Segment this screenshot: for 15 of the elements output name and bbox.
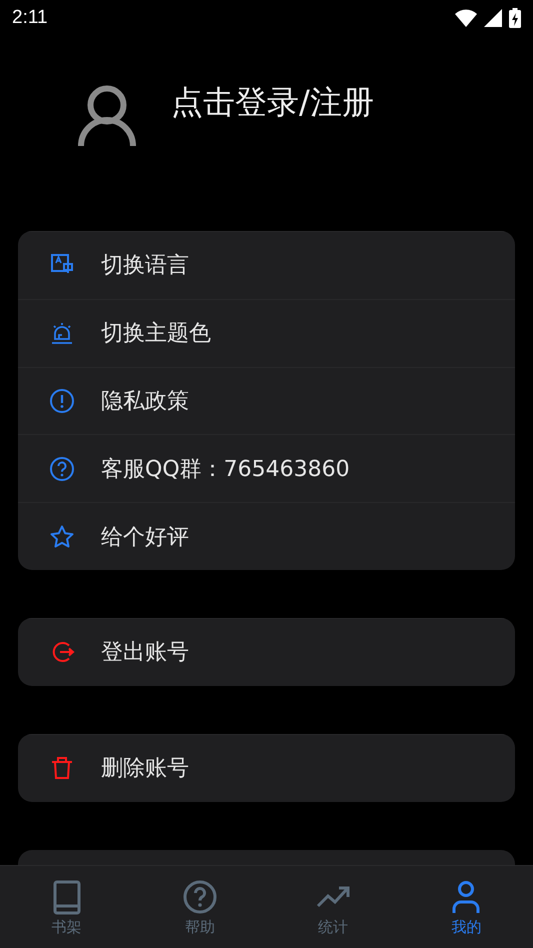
wifi-icon <box>455 9 477 27</box>
menu-item[interactable]: 隐私政策 <box>18 366 515 434</box>
nav-tab[interactable]: 我的 <box>400 866 533 948</box>
menu-item[interactable]: 删除账号 <box>18 734 515 802</box>
menu-item[interactable]: 登出账号 <box>18 618 515 686</box>
menu-item[interactable]: 切换主题色 <box>18 298 515 367</box>
signal-icon <box>484 9 502 27</box>
avatar-icon[interactable] <box>78 85 136 146</box>
login-link[interactable]: 点击登录/注册 <box>171 81 374 125</box>
menu-item[interactable]: 给个好评 <box>18 502 515 570</box>
battery-icon <box>509 8 521 28</box>
help-icon <box>182 880 217 915</box>
status-time: 2:11 <box>12 7 48 29</box>
menu-item[interactable]: 切换语言 <box>18 231 515 299</box>
menu-item[interactable]: 客服QQ群：765463860 <box>18 434 515 502</box>
